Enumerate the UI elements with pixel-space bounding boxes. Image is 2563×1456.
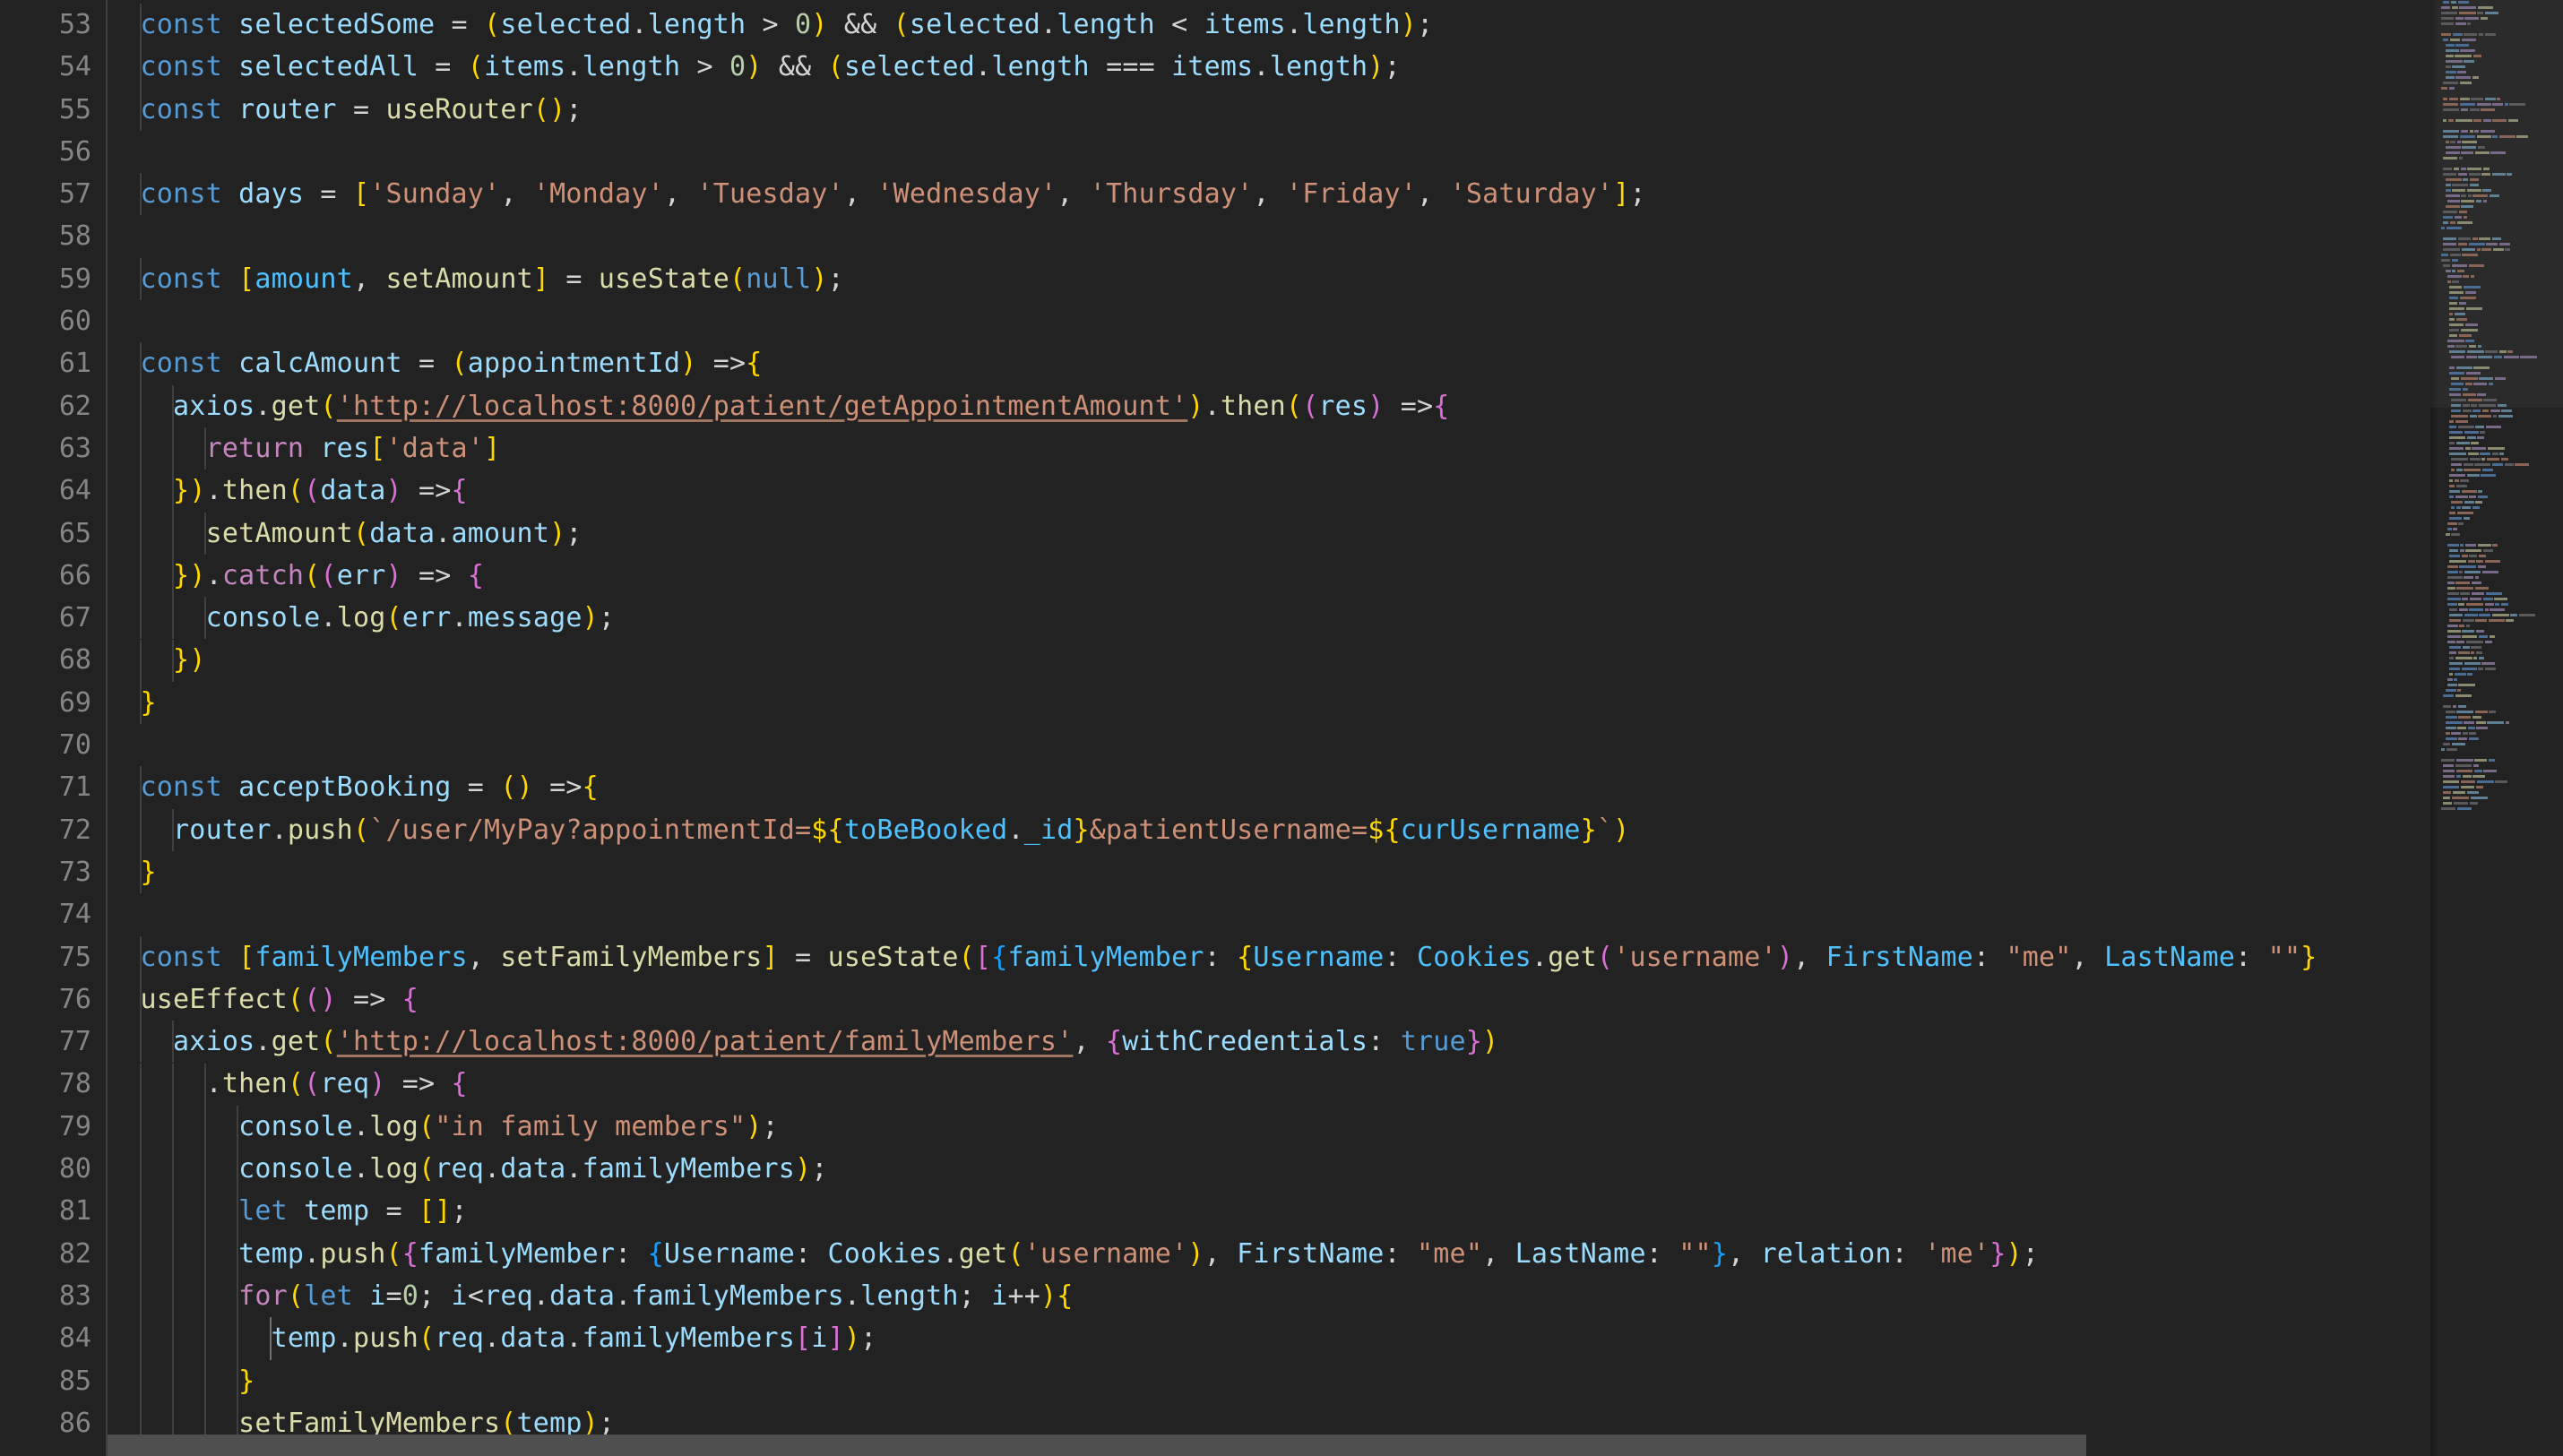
code-line[interactable]: axios.get('http://localhost:8000/patient… (108, 1021, 2563, 1063)
line-number[interactable]: 68 (0, 639, 108, 681)
code-line[interactable]: } (108, 1360, 2563, 1402)
line-number[interactable]: 79 (0, 1106, 108, 1148)
code-line[interactable]: }).catch((err) => { (108, 555, 2563, 597)
code-line[interactable]: const selectedAll = (items.length > 0) &… (108, 46, 2563, 88)
code-line[interactable]: for(let i=0; i<req.data.familyMembers.le… (108, 1275, 2563, 1317)
code-line[interactable]: temp.push(req.data.familyMembers[i]); (108, 1317, 2563, 1359)
code-line[interactable]: const days = ['Sunday', 'Monday', 'Tuesd… (108, 173, 2563, 215)
horizontal-scrollbar-thumb[interactable] (108, 1434, 2086, 1456)
code-line[interactable]: } (108, 682, 2563, 724)
code-line[interactable]: router.push(`/user/MyPay?appointmentId=$… (108, 809, 2563, 851)
line-number[interactable]: 71 (0, 766, 108, 808)
code-line[interactable]: useEffect(() => { (108, 978, 2563, 1021)
line-number[interactable]: 63 (0, 427, 108, 470)
code-line[interactable]: setAmount(data.amount); (108, 513, 2563, 555)
line-number[interactable]: 64 (0, 470, 108, 512)
code-line[interactable]: console.log(err.message); (108, 597, 2563, 639)
line-number[interactable]: 73 (0, 851, 108, 893)
line-number[interactable]: 53 (0, 4, 108, 46)
code-line[interactable]: .then((req) => { (108, 1063, 2563, 1105)
code-line[interactable]: const [amount, setAmount] = useState(nul… (108, 258, 2563, 300)
line-number[interactable]: 80 (0, 1148, 108, 1190)
gutter-divider (106, 0, 108, 1456)
line-number[interactable]: 72 (0, 809, 108, 851)
code-line[interactable]: const selectedSome = (selected.length > … (108, 4, 2563, 46)
line-number[interactable]: 83 (0, 1275, 108, 1317)
code-line[interactable]: console.log("in family members"); (108, 1106, 2563, 1148)
code-line[interactable] (108, 215, 2563, 257)
line-number[interactable]: 74 (0, 893, 108, 935)
code-line[interactable]: let temp = []; (108, 1190, 2563, 1232)
line-number[interactable]: 84 (0, 1317, 108, 1359)
line-number[interactable]: 85 (0, 1360, 108, 1402)
code-line[interactable] (108, 131, 2563, 173)
code-editor: 53 54 55 56 57 58 59 60 61 62 63 64 65 6… (0, 0, 2563, 1456)
line-number[interactable]: 81 (0, 1190, 108, 1232)
code-line[interactable]: }) (108, 639, 2563, 681)
line-number-gutter: 53 54 55 56 57 58 59 60 61 62 63 64 65 6… (0, 0, 108, 1456)
code-line[interactable]: }).then((data) =>{ (108, 470, 2563, 512)
horizontal-scrollbar[interactable] (108, 1434, 2430, 1456)
code-line[interactable] (108, 724, 2563, 766)
line-number[interactable]: 67 (0, 597, 108, 639)
code-line[interactable]: console.log(req.data.familyMembers); (108, 1148, 2563, 1190)
line-number[interactable]: 66 (0, 555, 108, 597)
code-line[interactable]: axios.get('http://localhost:8000/patient… (108, 385, 2563, 427)
line-number[interactable]: 59 (0, 258, 108, 300)
minimap-row (2439, 806, 2563, 812)
line-number[interactable]: 76 (0, 978, 108, 1021)
line-number[interactable]: 58 (0, 215, 108, 257)
line-number[interactable]: 75 (0, 936, 108, 978)
line-number[interactable]: 54 (0, 46, 108, 88)
line-number[interactable]: 70 (0, 724, 108, 766)
code-line[interactable]: temp.push({familyMember: {Username: Cook… (108, 1233, 2563, 1275)
line-number[interactable]: 57 (0, 173, 108, 215)
minimap[interactable] (2430, 0, 2563, 1456)
code-content[interactable]: const selectedSome = (selected.length > … (108, 0, 2563, 1456)
line-number[interactable]: 78 (0, 1063, 108, 1105)
line-number[interactable]: 69 (0, 682, 108, 724)
line-number[interactable]: 55 (0, 89, 108, 131)
code-line[interactable]: return res['data'] (108, 427, 2563, 470)
code-line[interactable]: const calcAmount = (appointmentId) =>{ (108, 342, 2563, 384)
line-number[interactable]: 56 (0, 131, 108, 173)
line-number[interactable]: 65 (0, 513, 108, 555)
line-number[interactable]: 60 (0, 300, 108, 342)
minimap-canvas (2439, 0, 2563, 812)
line-number[interactable]: 77 (0, 1021, 108, 1063)
code-line[interactable]: const [familyMembers, setFamilyMembers] … (108, 936, 2563, 978)
code-line[interactable] (108, 893, 2563, 935)
code-line[interactable]: const acceptBooking = () =>{ (108, 766, 2563, 808)
line-number[interactable]: 82 (0, 1233, 108, 1275)
code-line[interactable]: } (108, 851, 2563, 893)
line-number[interactable]: 86 (0, 1402, 108, 1444)
code-line[interactable] (108, 300, 2563, 342)
line-number[interactable]: 61 (0, 342, 108, 384)
line-number[interactable]: 62 (0, 385, 108, 427)
code-line[interactable]: const router = useRouter(); (108, 89, 2563, 131)
